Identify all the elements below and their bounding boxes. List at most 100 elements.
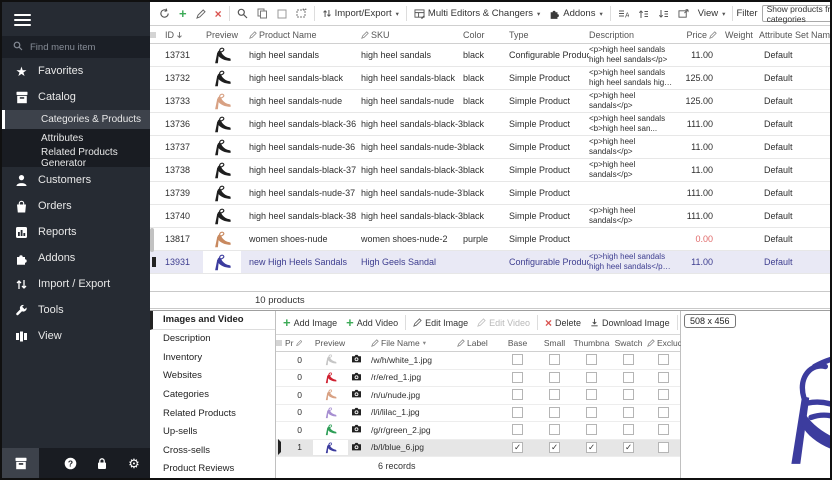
image-row-white_1-jpg[interactable]: 0 /w/h/white_1.jpg bbox=[276, 352, 680, 370]
copy-button[interactable] bbox=[253, 7, 272, 20]
swatch-checkbox[interactable] bbox=[623, 424, 634, 435]
menu-search-input[interactable]: Find menu item bbox=[2, 36, 150, 58]
base-checkbox[interactable] bbox=[512, 407, 523, 418]
edit-image-button[interactable]: Edit Image bbox=[409, 317, 472, 329]
filter-select[interactable]: Show products from selected categories▾ bbox=[762, 5, 832, 22]
small-checkbox[interactable] bbox=[549, 407, 560, 418]
column-price[interactable]: Price bbox=[677, 30, 725, 40]
column-swatch[interactable]: Swatch bbox=[610, 338, 647, 348]
small-checkbox[interactable] bbox=[549, 424, 560, 435]
sidebar-item-view[interactable]: View bbox=[2, 323, 150, 349]
small-checkbox[interactable]: ✓ bbox=[549, 442, 560, 453]
base-checkbox[interactable] bbox=[512, 354, 523, 365]
product-row-13817[interactable]: 13817 women shoes-nude women shoes-nude-… bbox=[150, 228, 832, 251]
column-thumbnail[interactable]: Thumbna bbox=[573, 338, 610, 348]
column-preview[interactable]: Preview bbox=[199, 30, 249, 40]
column-label[interactable]: Label bbox=[457, 338, 499, 348]
image-row-green_2-jpg[interactable]: 0 /g/r/green_2.jpg bbox=[276, 422, 680, 440]
add-product-button[interactable]: + bbox=[175, 8, 191, 20]
product-row-13733[interactable]: 13733 high heel sandals-nude high heel s… bbox=[150, 90, 832, 113]
grid-view-button[interactable] bbox=[674, 8, 693, 20]
exclude-checkbox[interactable] bbox=[658, 407, 669, 418]
product-row-13740[interactable]: 13740 high heel sandals-black-38 high he… bbox=[150, 205, 832, 228]
product-row-13736[interactable]: 13736 high heel sandals-black-36 high he… bbox=[150, 113, 832, 136]
column-position[interactable]: Pr bbox=[285, 338, 309, 348]
sidebar-item-catalog[interactable]: Catalog bbox=[2, 84, 150, 110]
addons-button[interactable]: Addons▾ bbox=[545, 7, 607, 20]
edit-video-button[interactable]: Edit Video bbox=[473, 317, 534, 329]
delete-image-button[interactable]: ×Delete bbox=[541, 317, 585, 329]
move-bottom-button[interactable] bbox=[654, 8, 673, 20]
image-row-red_1-jpg[interactable]: 0 /r/e/red_1.jpg bbox=[276, 370, 680, 388]
tab-description[interactable]: Description bbox=[150, 330, 275, 349]
sidebar-item-import-export[interactable]: Import / Export bbox=[2, 271, 150, 297]
exclude-checkbox[interactable] bbox=[658, 389, 669, 400]
product-row-13738[interactable]: 13738 high heel sandals-black-37 high he… bbox=[150, 159, 832, 182]
base-checkbox[interactable] bbox=[512, 424, 523, 435]
column-description[interactable]: Description bbox=[589, 30, 677, 40]
column-small[interactable]: Small bbox=[536, 338, 573, 348]
tab-product-reviews[interactable]: Product Reviews bbox=[150, 459, 275, 478]
download-image-button[interactable]: Download Image bbox=[586, 317, 674, 329]
add-image-button[interactable]: +Add Image bbox=[279, 317, 341, 329]
swatch-checkbox[interactable] bbox=[623, 372, 634, 383]
column-color[interactable]: Color bbox=[463, 30, 509, 40]
multi-editors-button[interactable]: Multi Editors & Changers▾ bbox=[410, 7, 544, 20]
swatch-checkbox[interactable]: ✓ bbox=[623, 442, 634, 453]
swatch-checkbox[interactable] bbox=[623, 354, 634, 365]
thumbnail-checkbox[interactable] bbox=[586, 372, 597, 383]
move-top-button[interactable] bbox=[634, 8, 653, 20]
image-row-lilac_1-jpg[interactable]: 0 /l/i/lilac_1.jpg bbox=[276, 405, 680, 423]
column-product-name[interactable]: Product Name bbox=[249, 30, 361, 40]
tab-related-products[interactable]: Related Products bbox=[150, 404, 275, 423]
exclude-checkbox[interactable] bbox=[658, 442, 669, 453]
exclude-checkbox[interactable] bbox=[658, 424, 669, 435]
product-row-13731[interactable]: 13731 high heel sandals high heel sandal… bbox=[150, 44, 832, 67]
column-type[interactable]: Type bbox=[509, 30, 589, 40]
tab-cross-sells[interactable]: Cross-sells bbox=[150, 441, 275, 460]
base-checkbox[interactable]: ✓ bbox=[512, 442, 523, 453]
product-row-13737[interactable]: 13737 high heel sandals-nude-36 high hee… bbox=[150, 136, 832, 159]
tab-up-sells[interactable]: Up-sells bbox=[150, 422, 275, 441]
column-file-name[interactable]: File Name▾ bbox=[371, 338, 457, 348]
column-attribute-set[interactable]: Attribute Set Name bbox=[759, 30, 832, 40]
small-checkbox[interactable] bbox=[549, 389, 560, 400]
base-checkbox[interactable] bbox=[512, 389, 523, 400]
tab-categories[interactable]: Categories bbox=[150, 385, 275, 404]
vertical-scrollbar[interactable] bbox=[150, 228, 154, 252]
view-button[interactable]: View▾ bbox=[694, 7, 730, 20]
menu-toggle-icon[interactable] bbox=[2, 2, 150, 36]
column-base[interactable]: Base bbox=[499, 338, 536, 348]
import-export-button[interactable]: Import/Export▾ bbox=[318, 7, 403, 20]
sidebar-item-addons[interactable]: Addons bbox=[2, 245, 150, 271]
base-checkbox[interactable] bbox=[512, 372, 523, 383]
paste-button[interactable] bbox=[292, 7, 311, 20]
image-row-blue_6-jpg[interactable]: 1 /b/l/blue_6.jpg ✓ ✓ ✓ ✓ bbox=[276, 440, 680, 458]
add-video-button[interactable]: +Add Video bbox=[342, 317, 402, 329]
sidebar-item-orders[interactable]: Orders bbox=[2, 193, 150, 219]
thumbnail-checkbox[interactable] bbox=[586, 389, 597, 400]
search-button[interactable] bbox=[233, 7, 252, 20]
tab-websites[interactable]: Websites bbox=[150, 367, 275, 386]
delete-product-button[interactable]: × bbox=[211, 8, 226, 20]
lock-icon[interactable] bbox=[86, 448, 118, 478]
sidebar-item-favorites[interactable]: ★ Favorites bbox=[2, 58, 150, 84]
product-row-13931[interactable]: 13931 new High Heels Sandals High Geels … bbox=[150, 251, 832, 274]
thumbnail-checkbox[interactable] bbox=[586, 354, 597, 365]
exclude-checkbox[interactable] bbox=[658, 354, 669, 365]
swatch-checkbox[interactable] bbox=[623, 389, 634, 400]
refresh-button[interactable] bbox=[155, 7, 174, 20]
autosize-columns-button[interactable]: A bbox=[614, 8, 633, 20]
product-row-13732[interactable]: 13732 high heel sandals-black high heel … bbox=[150, 67, 832, 90]
sidebar-item-customers[interactable]: Customers bbox=[2, 167, 150, 193]
sidebar-item-reports[interactable]: Reports bbox=[2, 219, 150, 245]
help-icon[interactable]: ? bbox=[54, 448, 86, 478]
thumbnail-checkbox[interactable] bbox=[586, 407, 597, 418]
thumbnail-checkbox[interactable]: ✓ bbox=[586, 442, 597, 453]
product-row-13739[interactable]: 13739 high heel sandals-nude-37 high hee… bbox=[150, 182, 832, 205]
sidebar-item-attributes[interactable]: Attributes bbox=[2, 129, 150, 148]
small-checkbox[interactable] bbox=[549, 372, 560, 383]
sidebar-item-tools[interactable]: Tools bbox=[2, 297, 150, 323]
image-row-nude-jpg[interactable]: 0 /n/u/nude.jpg bbox=[276, 387, 680, 405]
select-checkbox-button[interactable] bbox=[273, 8, 291, 20]
